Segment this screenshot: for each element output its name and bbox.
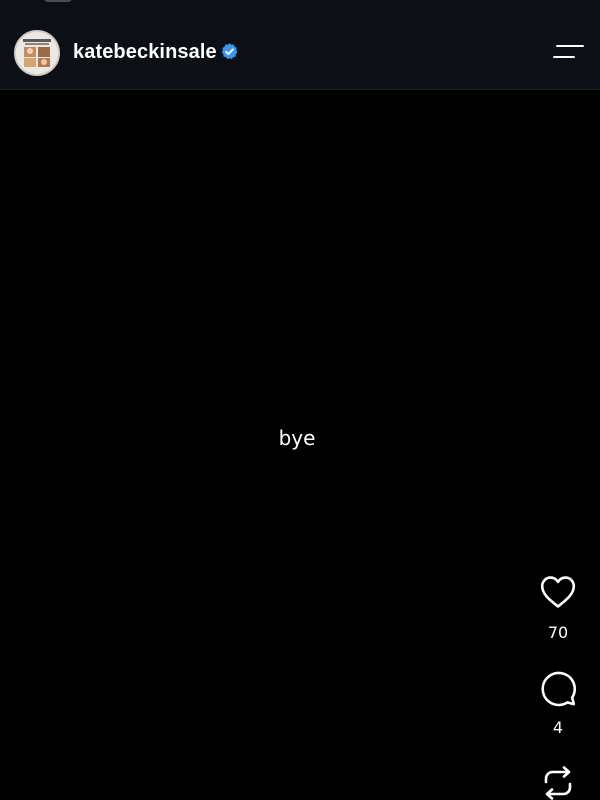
repost-icon <box>544 766 572 800</box>
profile-header: katebeckinsale <box>0 0 600 90</box>
menu-line <box>556 45 584 48</box>
avatar[interactable] <box>14 30 60 76</box>
reels-viewer: katebeckinsale bye 70 4 <box>0 0 600 800</box>
menu-button[interactable] <box>551 38 585 66</box>
profile-photo-collage-icon <box>16 32 58 74</box>
comment-button[interactable] <box>539 669 577 707</box>
comment-bubble-icon <box>541 671 577 707</box>
verified-badge-icon <box>221 43 238 60</box>
heart-icon <box>540 576 576 608</box>
status-indicator <box>44 0 72 2</box>
menu-line <box>553 56 575 59</box>
like-count: 70 <box>547 623 569 642</box>
like-button[interactable] <box>539 574 577 610</box>
comment-count: 4 <box>552 718 564 737</box>
post-text: bye <box>278 426 316 450</box>
username-label[interactable]: katebeckinsale <box>73 40 217 64</box>
repost-button[interactable] <box>540 765 576 800</box>
